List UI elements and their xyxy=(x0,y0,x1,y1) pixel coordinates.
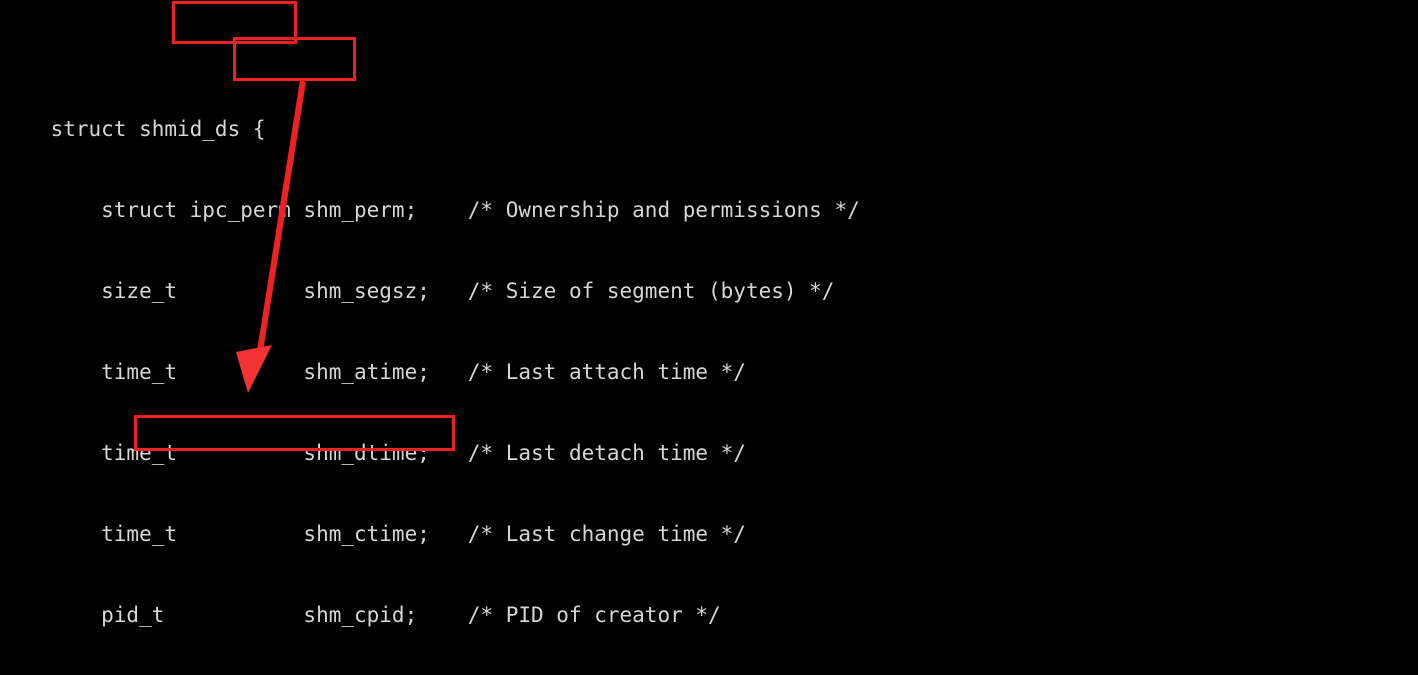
code-line: time_t shm_atime; /* Last attach time */ xyxy=(0,359,1418,386)
code-line: struct ipc_perm shm_perm; /* Ownership a… xyxy=(0,197,1418,224)
code-line: time_t shm_ctime; /* Last change time */ xyxy=(0,521,1418,548)
line-text: size_t shm_segsz; /* Size of segment (by… xyxy=(0,279,835,303)
code-line: time_t shm_dtime; /* Last detach time */ xyxy=(0,440,1418,467)
code-line: size_t shm_segsz; /* Size of segment (by… xyxy=(0,278,1418,305)
code-line: struct shmid_ds { xyxy=(0,116,1418,143)
code-block: struct shmid_ds { struct ipc_perm shm_pe… xyxy=(0,0,1418,675)
line-text: pid_t shm_cpid; /* PID of creator */ xyxy=(0,603,721,627)
code-line: pid_t shm_cpid; /* PID of creator */ xyxy=(0,602,1418,629)
line-text: struct shmid_ds { xyxy=(0,117,266,141)
line-text: time_t shm_ctime; /* Last change time */ xyxy=(0,522,746,546)
line-text: time_t shm_dtime; /* Last detach time */ xyxy=(0,441,746,465)
terminal-man-page: struct shmid_ds { struct ipc_perm shm_pe… xyxy=(0,0,1418,675)
line-text: struct ipc_perm shm_perm; /* Ownership a… xyxy=(0,198,860,222)
line-text: time_t shm_atime; /* Last attach time */ xyxy=(0,360,746,384)
